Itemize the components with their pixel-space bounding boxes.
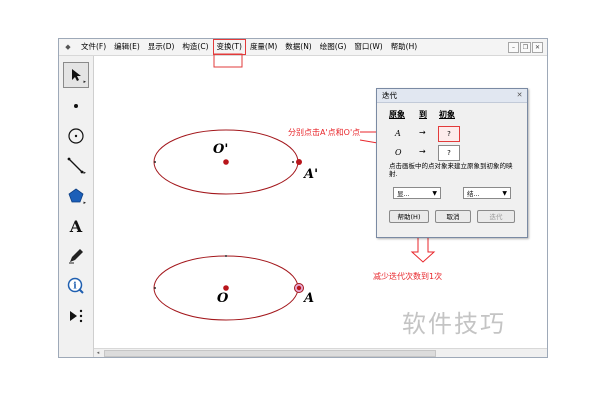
label-a-prime: A': [304, 167, 319, 182]
column-to: 到: [419, 110, 427, 119]
column-image: 初象: [439, 110, 455, 119]
dialog-close-icon[interactable]: ✕: [515, 91, 524, 100]
chevron-down-icon: ▼: [432, 190, 437, 197]
label-o: O: [217, 291, 229, 306]
label-a: A: [304, 291, 315, 306]
row1-point: A: [395, 129, 401, 138]
point-a[interactable]: [296, 285, 302, 291]
annotation-click-points: 分别点击A'点和O'点: [288, 128, 361, 137]
point-o-prime[interactable]: [223, 159, 229, 165]
ellipse-top-vertex: [154, 161, 156, 163]
chevron-down-icon: ▼: [502, 190, 507, 197]
ellipse-bottom-top-point: [225, 255, 227, 257]
dialog-title: 迭代: [377, 89, 527, 103]
row1-arrow: →: [419, 128, 426, 137]
display-select-value: 显...: [397, 190, 410, 198]
cancel-button[interactable]: 取消: [435, 210, 471, 223]
annotation-reduce-iterations: 减少迭代次数到1次: [373, 272, 443, 281]
row1-image-field[interactable]: ?: [438, 126, 460, 142]
iterate-dialog: 迭代 ✕ 原象 到 初象 A → ? O → ? 点击画板中的点对象来建立原象到…: [376, 88, 528, 238]
column-preimage: 原象: [389, 110, 405, 119]
point-a-prime[interactable]: [296, 159, 302, 165]
point-o[interactable]: [223, 285, 229, 291]
transform-menu-highlight: [213, 53, 243, 68]
iterate-button[interactable]: 迭代: [477, 210, 515, 223]
ellipse-bottom-vertex: [154, 287, 156, 289]
structure-select-value: 结...: [467, 190, 480, 198]
row2-arrow: →: [419, 147, 426, 156]
watermark: 软件技巧: [402, 310, 506, 338]
row2-point: O: [395, 148, 402, 157]
label-o-prime: O': [213, 142, 229, 157]
display-select[interactable]: 显... ▼: [393, 187, 441, 199]
ellipse-top-focus: [292, 161, 294, 163]
row2-image-field[interactable]: ?: [438, 145, 460, 161]
help-button[interactable]: 帮助(H): [389, 210, 429, 223]
dialog-info-text: 点击画板中的点对象来建立原象到初象的映射.: [389, 162, 513, 178]
structure-select[interactable]: 结... ▼: [463, 187, 511, 199]
